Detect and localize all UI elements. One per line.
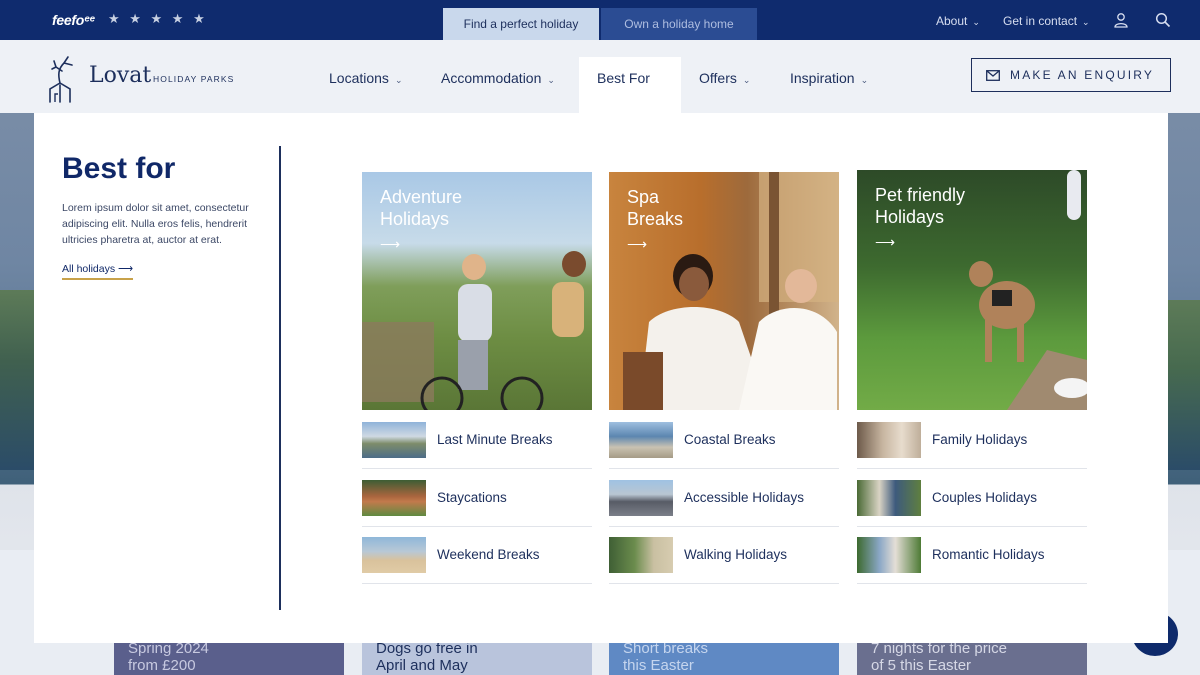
all-holidays-link[interactable]: All holidays ⟶ [62,263,134,280]
feature-title-line2: Holidays [875,207,945,227]
feature-title-line1: Spa [627,187,660,207]
arrow-right-icon: ⟶ [380,236,401,252]
menu-link-label: Family Holidays [932,432,1028,447]
nav-inspiration[interactable]: Inspiration ⌄ [790,70,868,86]
nav-inspiration-label: Inspiration [790,70,855,86]
nav-best-for[interactable]: Best For [579,57,681,113]
menu-link-label: Walking Holidays [684,547,788,562]
arrow-right-icon: ⟶ [875,234,896,250]
arrow-right-icon: ⟶ [118,263,134,275]
menu-link-label: Staycations [437,490,507,505]
feefo-eyes: ᵉᵉ [83,12,95,28]
menu-link-label: Accessible Holidays [684,490,805,505]
feefo-wordmark: feefo [52,12,84,28]
feature-title-line2: Holidays [380,209,450,229]
menu-link-romantic-holidays[interactable]: Romantic Holidays [857,526,1087,584]
menu-link-last-minute-breaks[interactable]: Last Minute Breaks [362,411,592,469]
feature-card-adventure[interactable]: Adventure Holidays ⟶ [362,172,592,410]
contact-link-label: Get in contact [1003,14,1078,28]
menu-divider [279,146,281,610]
user-icon[interactable] [1113,12,1129,28]
menu-title: Best for [62,152,176,185]
feefo-logo[interactable]: feefoᵉᵉ [52,12,95,28]
chevron-down-icon: ⌄ [1082,17,1090,27]
about-link[interactable]: About ⌄ [936,14,980,28]
feature-title: Adventure Holidays [380,186,462,230]
thumbnail [362,536,426,573]
nav-locations[interactable]: Locations ⌄ [329,70,402,86]
menu-link-accessible-holidays[interactable]: Accessible Holidays [609,469,839,527]
chevron-down-icon: ⌄ [860,75,869,85]
logo-name[interactable]: Lovat [89,63,151,88]
offer-card-subtitle: April and May [376,657,468,674]
thumbnail [362,421,426,458]
search-icon[interactable] [1155,12,1171,28]
chevron-down-icon: ⌄ [742,75,751,85]
menu-link-coastal-breaks[interactable]: Coastal Breaks [609,411,839,469]
enquiry-label: MAKE AN ENQUIRY [1010,68,1155,82]
about-link-label: About [936,14,968,28]
thumbnail [609,536,673,573]
all-holidays-label: All holidays [62,263,116,275]
menu-link-label: Weekend Breaks [437,547,540,562]
tab-find-holiday[interactable]: Find a perfect holiday [443,8,599,40]
feature-title-line1: Pet friendly [875,185,966,205]
tab-own-holiday-home[interactable]: Own a holiday home [601,8,757,40]
offer-card-subtitle: this Easter [623,657,694,674]
menu-link-label: Couples Holidays [932,490,1038,505]
thumbnail [609,479,673,516]
menu-link-staycations[interactable]: Staycations [362,469,592,527]
utility-bar: feefoᵉᵉ ★ ★ ★ ★ ★ Find a perfect holiday… [0,0,1200,40]
offer-card-subtitle: from £200 [128,657,196,674]
menu-link-label: Coastal Breaks [684,432,776,447]
chevron-down-icon: ⌄ [547,75,555,85]
menu-link-label: Romantic Holidays [932,547,1045,562]
feature-title-line2: Breaks [627,209,684,229]
nav-locations-label: Locations [329,70,389,86]
nav-accommodation[interactable]: Accommodation ⌄ [441,70,555,86]
thumbnail [362,479,426,516]
menu-link-weekend-breaks[interactable]: Weekend Breaks [362,526,592,584]
feature-card-pet-friendly[interactable]: Pet friendly Holidays ⟶ [857,170,1087,410]
menu-description: Lorem ipsum dolor sit amet, consectetur … [62,202,249,246]
feature-title: Pet friendly Holidays [875,184,965,228]
envelope-icon [986,69,1000,81]
chevron-down-icon: ⌄ [394,75,403,85]
offer-card-subtitle: of 5 this Easter [871,657,972,674]
nav-offers-label: Offers [699,70,737,86]
make-enquiry-button[interactable]: MAKE AN ENQUIRY [971,58,1171,92]
stag-logo-icon[interactable] [46,55,78,103]
menu-link-couples-holidays[interactable]: Couples Holidays [857,469,1087,527]
rating-stars-icon: ★ ★ ★ ★ ★ [108,11,208,26]
arrow-right-icon: ⟶ [627,236,648,252]
thumbnail [857,536,921,573]
menu-link-label: Last Minute Breaks [437,432,553,447]
nav-offers[interactable]: Offers ⌄ [699,70,750,86]
nav-accommodation-label: Accommodation [441,70,542,86]
feature-card-spa[interactable]: Spa Breaks ⟶ [609,172,839,410]
feature-title-line1: Adventure [380,187,463,207]
menu-link-family-holidays[interactable]: Family Holidays [857,411,1087,469]
feature-title: Spa Breaks [627,186,683,230]
menu-link-walking-holidays[interactable]: Walking Holidays [609,526,839,584]
get-in-contact-link[interactable]: Get in contact ⌄ [1003,14,1090,28]
chevron-down-icon: ⌄ [972,17,980,27]
thumbnail [857,479,921,516]
logo-subtitle: HOLIDAY PARKS [153,74,235,84]
thumbnail [857,421,921,458]
thumbnail [609,421,673,458]
